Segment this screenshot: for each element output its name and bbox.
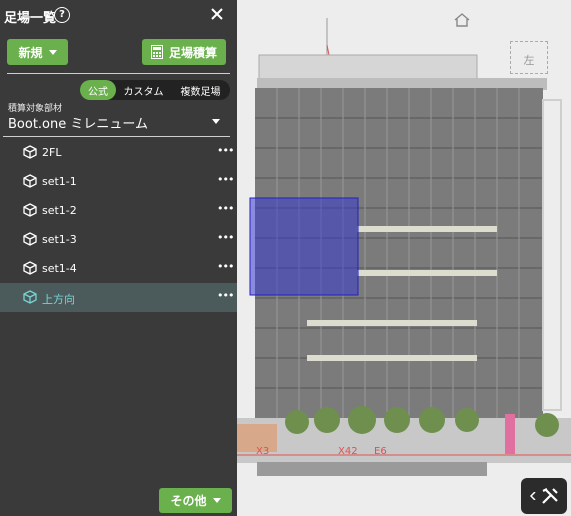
tools-button[interactable] — [521, 478, 567, 514]
new-button[interactable]: 新規 — [7, 39, 68, 65]
other-button[interactable]: その他 — [159, 488, 232, 513]
panel-title: 足場一覧 — [4, 11, 57, 26]
estimate-button[interactable]: 足場積算 — [142, 39, 226, 65]
list-item-label: set1-3 — [42, 233, 77, 246]
chevron-down-icon — [212, 119, 220, 124]
new-button-label: 新規 — [18, 45, 43, 60]
panel-header: 足場一覧 ? — [0, 0, 237, 32]
cube-icon — [23, 203, 37, 217]
grid-label: E6 — [374, 446, 387, 457]
list-item-label: set1-2 — [42, 204, 77, 217]
tab-multiple[interactable]: 複数足場 — [171, 80, 230, 100]
divider — [3, 136, 230, 137]
target-member-value: Boot.one ミレニューム — [8, 117, 148, 132]
more-icon[interactable]: ••• — [217, 173, 234, 186]
chevron-down-icon — [48, 49, 57, 55]
list-item-label: set1-1 — [42, 175, 77, 188]
estimate-button-label: 足場積算 — [168, 45, 217, 60]
list-item[interactable]: 2FL ••• — [0, 138, 237, 167]
view-cube[interactable]: 左 — [510, 41, 548, 74]
list-item-label: set1-4 — [42, 262, 77, 275]
building-model — [237, 18, 571, 476]
type-tabs: 公式 カスタム 複数足場 — [80, 80, 230, 100]
tab-custom[interactable]: カスタム — [116, 80, 171, 100]
scaffold-list-panel: 足場一覧 ? 新規 足場積算 公式 カスタム 複数足場 積算対象部材 Boot.… — [0, 0, 237, 516]
grid-label: X42 — [338, 446, 358, 457]
more-icon[interactable]: ••• — [217, 289, 234, 302]
list-item[interactable]: set1-3 ••• — [0, 225, 237, 254]
list-item-label: 上方向 — [42, 293, 75, 306]
grid-label: X3 — [256, 446, 270, 457]
list-item-selected[interactable]: 上方向 ••• — [0, 283, 237, 312]
tools-icon — [542, 488, 558, 504]
list-item[interactable]: set1-2 ••• — [0, 196, 237, 225]
more-icon[interactable]: ••• — [217, 144, 234, 157]
chevron-left-icon — [530, 492, 536, 500]
target-member-select[interactable]: Boot.one ミレニューム — [8, 113, 222, 132]
more-icon[interactable]: ••• — [217, 202, 234, 215]
calculator-icon — [150, 45, 163, 59]
other-button-label: その他 — [170, 494, 207, 508]
help-icon[interactable]: ? — [54, 7, 70, 23]
cube-icon — [23, 261, 37, 275]
home-icon[interactable] — [454, 13, 470, 27]
more-icon[interactable]: ••• — [217, 260, 234, 273]
list-item[interactable]: set1-4 ••• — [0, 254, 237, 283]
chevron-down-icon — [212, 498, 221, 503]
list-item-label: 2FL — [42, 146, 62, 159]
cube-icon — [23, 232, 37, 246]
divider — [7, 73, 230, 74]
close-icon[interactable] — [208, 5, 226, 23]
list-item[interactable]: set1-1 ••• — [0, 167, 237, 196]
more-icon[interactable]: ••• — [217, 231, 234, 244]
cube-icon — [23, 174, 37, 188]
cube-icon — [23, 145, 37, 159]
model-viewer[interactable]: 左 X3 X42 E6 — [237, 0, 571, 516]
scaffold-list: 2FL ••• set1-1 ••• set1-2 ••• set1-3 •••… — [0, 138, 237, 312]
cube-icon — [23, 290, 37, 304]
tab-official[interactable]: 公式 — [80, 80, 116, 100]
